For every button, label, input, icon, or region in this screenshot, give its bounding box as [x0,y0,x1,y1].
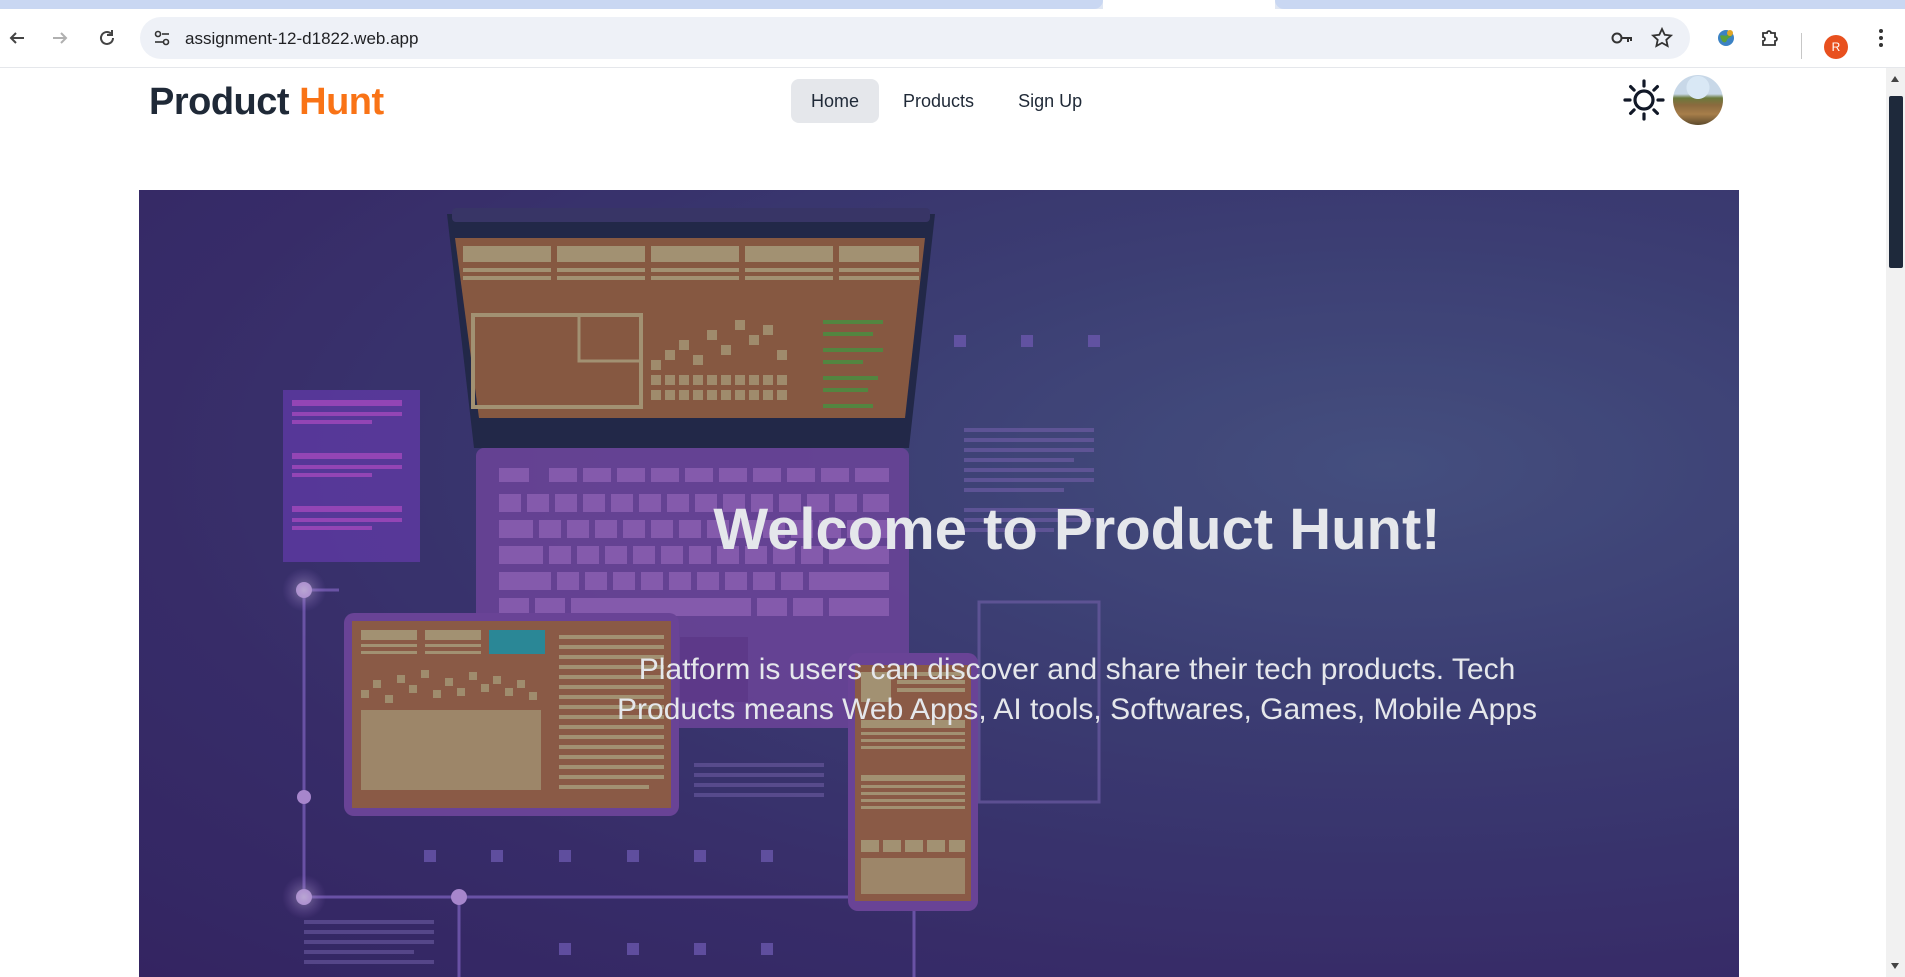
browser-menu-icon[interactable] [1866,23,1896,53]
main-nav: Home Products Sign Up [791,79,1102,123]
user-avatar[interactable] [1673,75,1723,125]
hero-title: Welcome to Product Hunt! [713,497,1441,562]
site-logo[interactable]: Product Hunt [149,81,384,124]
bookmark-star-icon[interactable] [1650,26,1674,55]
page-scrollbar[interactable] [1886,68,1905,977]
forward-button[interactable] [45,23,75,53]
extension-globe-icon[interactable] [1711,23,1741,53]
site-info-icon[interactable] [150,26,174,50]
scroll-down-icon[interactable] [1891,963,1899,969]
logo-text-product: Product [149,81,290,123]
url-text[interactable]: assignment-12-d1822.web.app [185,29,418,49]
address-bar[interactable]: assignment-12-d1822.web.app [140,17,1690,59]
extensions-puzzle-icon[interactable] [1755,23,1785,53]
password-key-icon[interactable] [1610,27,1634,54]
nav-home[interactable]: Home [791,79,880,123]
tab-strip [0,0,1905,9]
theme-toggle-button[interactable] [1622,78,1666,122]
forward-arrow-icon [53,32,68,44]
nav-products[interactable]: Products [883,79,994,123]
tab-inactive[interactable] [1275,0,1905,9]
toolbar-divider [1801,33,1802,59]
hero-content: Welcome to Product Hunt! Platform is use… [139,190,1739,977]
scrollbar-thumb[interactable] [1889,96,1903,268]
reload-icon [100,30,114,45]
tab-inactive[interactable] [0,0,1103,9]
back-button[interactable] [2,23,32,53]
sun-icon [1623,79,1665,121]
back-arrow-icon [9,32,24,44]
scroll-up-icon[interactable] [1891,76,1899,82]
profile-avatar[interactable]: R [1824,35,1848,59]
reload-button[interactable] [92,23,122,53]
nav-sign-up[interactable]: Sign Up [998,79,1102,123]
browser-toolbar: assignment-12-d1822.web.app R [0,9,1905,68]
hero-banner: Welcome to Product Hunt! Platform is use… [139,190,1739,977]
logo-text-hunt: Hunt [299,81,384,123]
hero-description: Platform is users can discover and share… [617,653,1537,726]
tab-active[interactable] [1103,0,1275,9]
